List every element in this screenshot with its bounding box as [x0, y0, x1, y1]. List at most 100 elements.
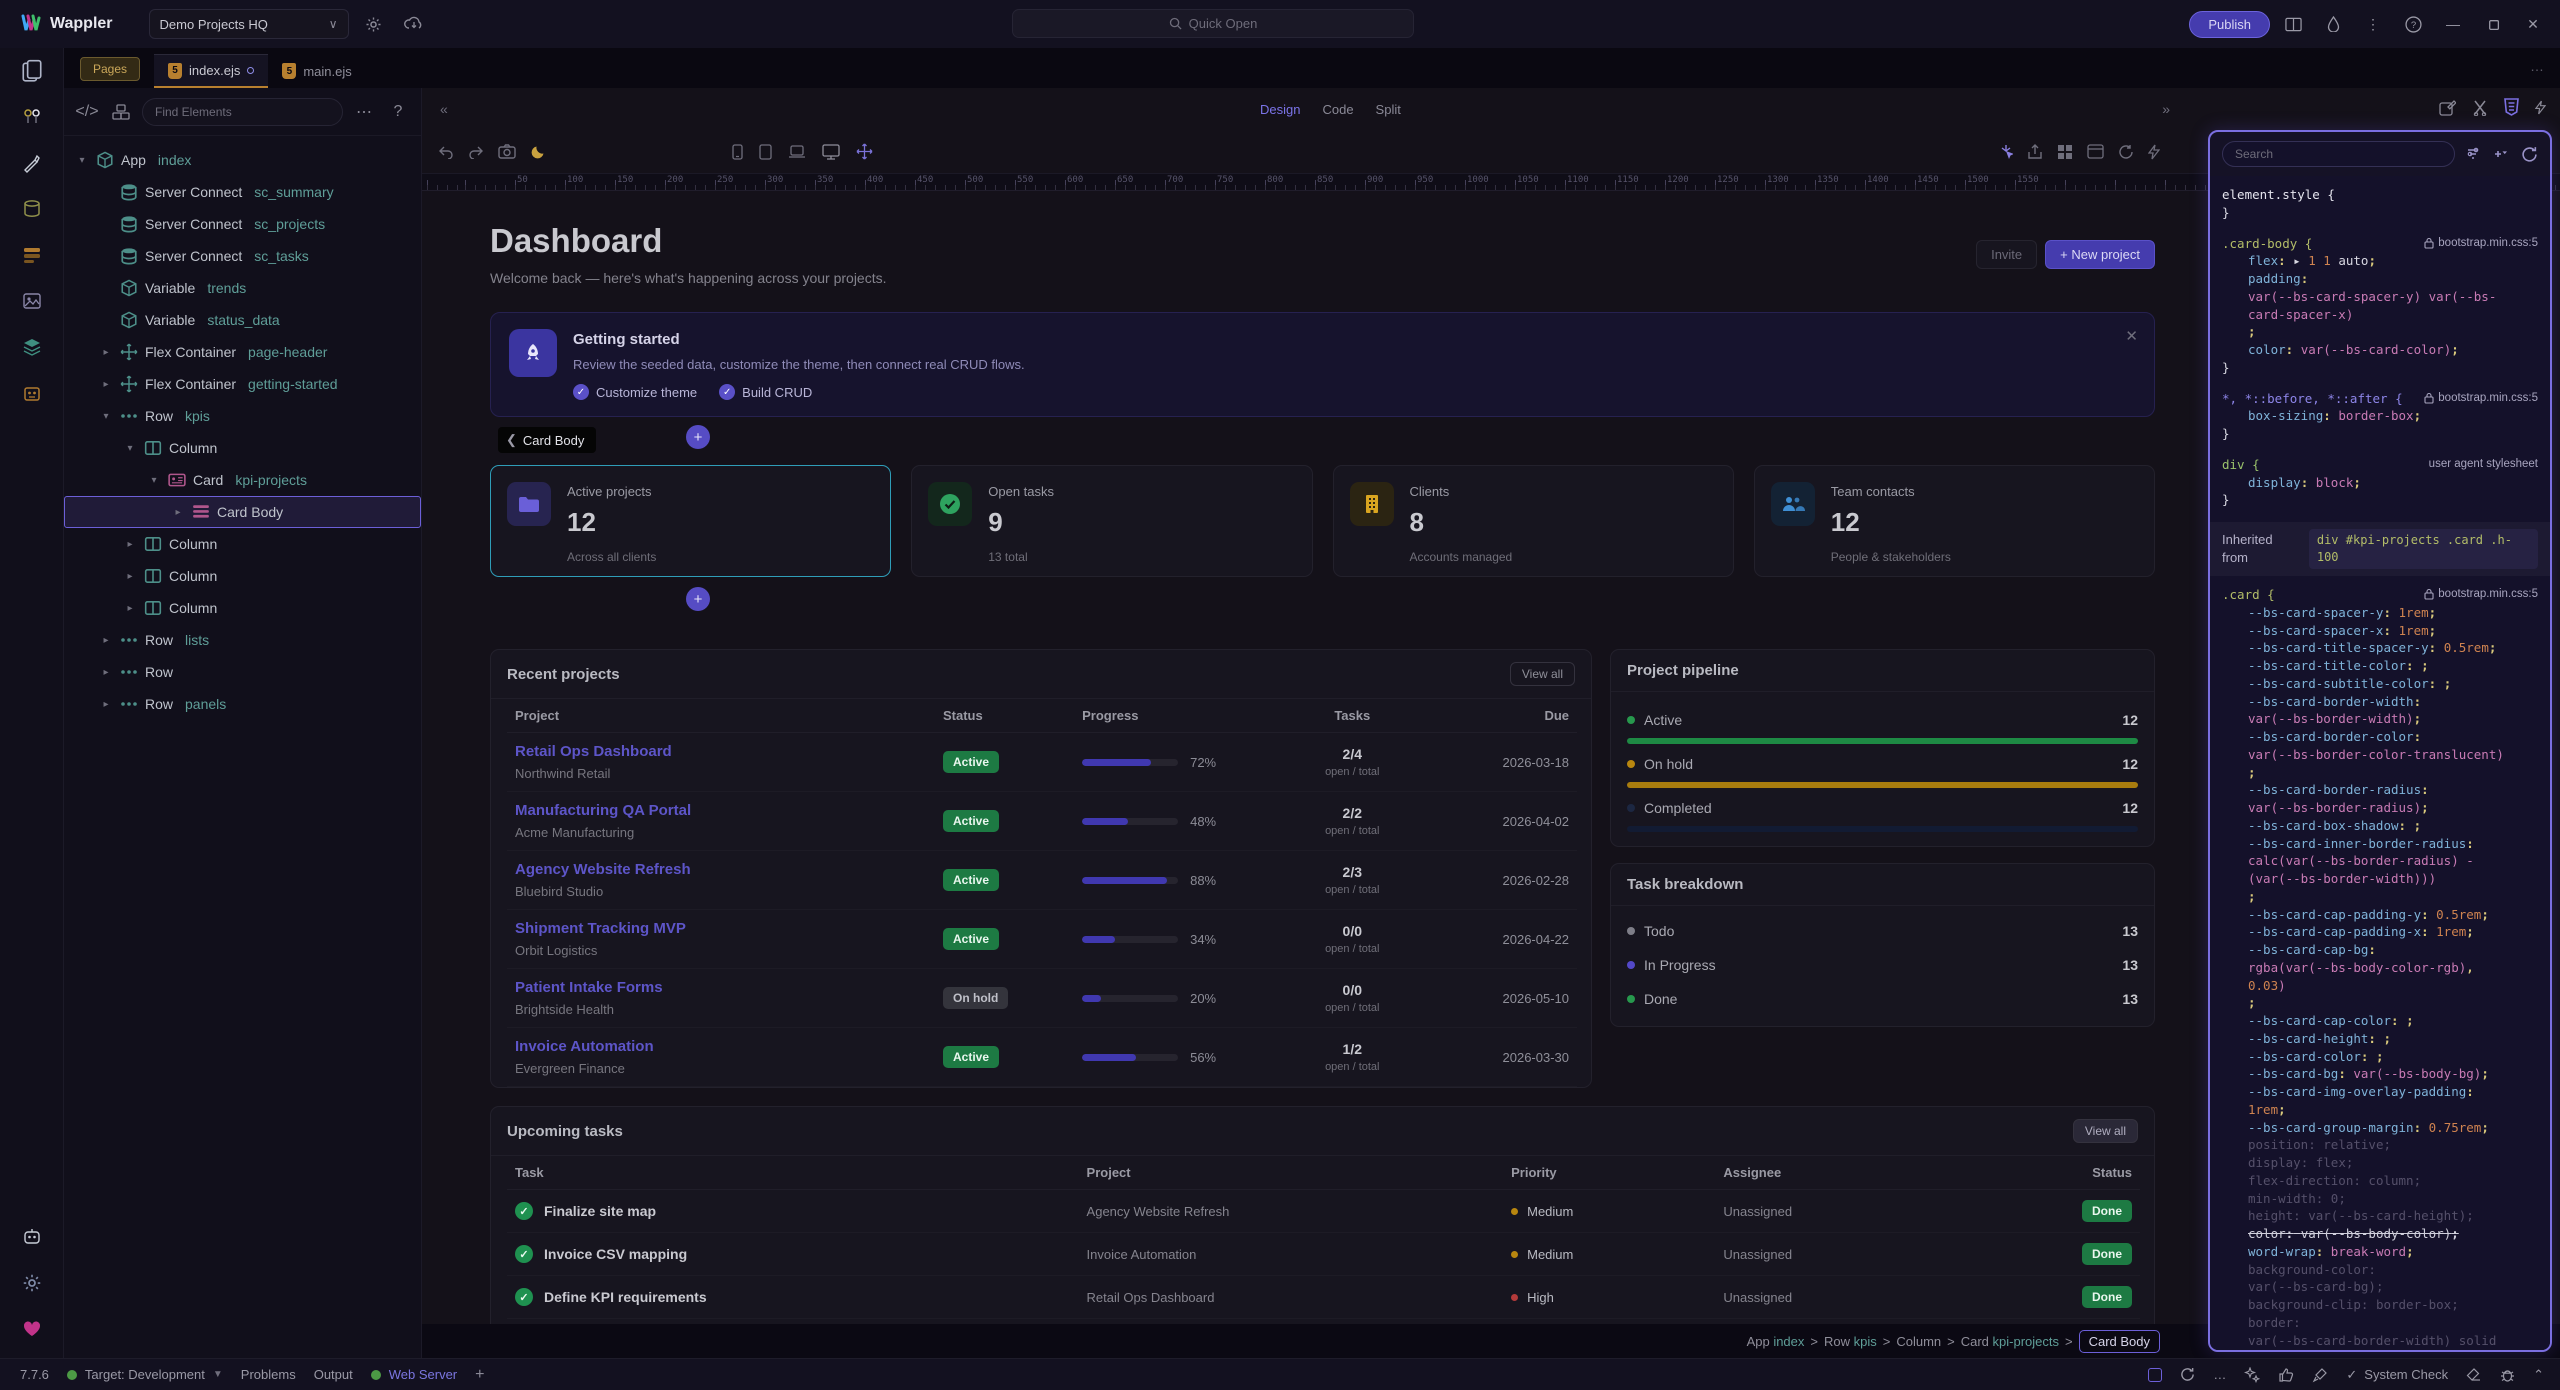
problems-button[interactable]: Problems	[241, 1367, 296, 1382]
tree-item-kpis[interactable]: ▾Rowkpis	[64, 400, 421, 432]
theme-droplet-icon[interactable]	[2316, 7, 2350, 41]
web-server-button[interactable]: Web Server	[371, 1367, 457, 1382]
components-box-icon[interactable]	[108, 104, 134, 120]
tab-main.ejs[interactable]: 5main.ejs	[268, 54, 365, 88]
selected-element-chip[interactable]: ❮Card Body	[498, 427, 596, 453]
move-element-icon[interactable]	[856, 143, 873, 160]
insert-element-button[interactable]: +	[686, 425, 710, 449]
collapse-left-icon[interactable]: «	[440, 101, 448, 117]
css-rule-source[interactable]: user agent stylesheet	[2429, 456, 2538, 472]
refresh-icon[interactable]	[2118, 144, 2134, 160]
table-row[interactable]: ✓Finalize site mapAgency Website Refresh…	[507, 1190, 2140, 1233]
reload-icon[interactable]	[2180, 1367, 2195, 1382]
tab-index.ejs[interactable]: 5index.ejs	[154, 54, 268, 88]
insert-element-button-2[interactable]: +	[686, 587, 710, 611]
sparkles-icon[interactable]	[2244, 1367, 2260, 1383]
table-row[interactable]: ✓Invoice CSV mappingInvoice AutomationMe…	[507, 1233, 2140, 1276]
layers-icon[interactable]	[0, 324, 64, 370]
undo-icon[interactable]	[438, 145, 454, 159]
settings-icon[interactable]	[0, 1260, 64, 1306]
pages-panel-icon[interactable]	[0, 48, 64, 94]
tree-caret-icon[interactable]: ▸	[99, 379, 113, 390]
tree-item-card-body[interactable]: ▸Card Body	[64, 496, 421, 528]
tree-item-trends[interactable]: Variabletrends	[64, 272, 421, 304]
frame-tool-icon[interactable]	[2148, 1368, 2162, 1382]
kebab-menu-icon[interactable]: ⋮	[2356, 7, 2390, 41]
tree-item-getting-started[interactable]: ▸Flex Containergetting-started	[64, 368, 421, 400]
tree-caret-icon[interactable]: ▸	[123, 539, 137, 550]
inherited-selector-chip[interactable]: div #kpi-projects .card .h-100	[2309, 529, 2538, 569]
css-search-input[interactable]: Search	[2222, 141, 2455, 167]
dark-mode-icon[interactable]	[530, 144, 546, 160]
assets-icon[interactable]	[0, 278, 64, 324]
breadcrumb-item[interactable]: Card kpi-projects	[1961, 1334, 2059, 1349]
tablet-device-icon[interactable]	[759, 144, 772, 160]
redo-icon[interactable]	[468, 145, 484, 159]
tree-caret-icon[interactable]: ▸	[99, 667, 113, 678]
cut-style-icon[interactable]	[2472, 99, 2488, 116]
collapse-statusbar-icon[interactable]: ⌃	[2533, 1367, 2544, 1383]
pages-button[interactable]: Pages	[80, 57, 140, 81]
tree-caret-icon[interactable]: ▾	[75, 155, 89, 166]
code-view-icon[interactable]: </>	[74, 103, 100, 121]
breadcrumb-item[interactable]: App index	[1747, 1334, 1805, 1349]
project-link[interactable]: Manufacturing QA Portal	[515, 802, 927, 819]
tree-item-row[interactable]: ▸Row	[64, 656, 421, 688]
output-button[interactable]: Output	[314, 1367, 353, 1382]
project-link[interactable]: Agency Website Refresh	[515, 861, 927, 878]
project-selector[interactable]: Demo Projects HQ ∨	[149, 9, 349, 39]
tree-caret-icon[interactable]: ▾	[123, 443, 137, 454]
css-rule-source[interactable]: bootstrap.min.css:5	[2424, 586, 2538, 602]
css-rule-source[interactable]: bootstrap.min.css:5	[2424, 235, 2538, 251]
breadcrumb-item[interactable]: Row kpis	[1824, 1334, 1877, 1349]
design-tools-icon[interactable]	[0, 140, 64, 186]
table-row[interactable]: Patient Intake FormsBrightside HealthOn …	[507, 969, 1577, 1028]
eraser-icon[interactable]	[2466, 1368, 2482, 1382]
upcoming-view-all-button[interactable]: View all	[2073, 1119, 2138, 1143]
tree-item-index[interactable]: ▾Appindex	[64, 144, 421, 176]
layout-columns-icon[interactable]	[2276, 7, 2310, 41]
tree-item-page-header[interactable]: ▸Flex Containerpage-header	[64, 336, 421, 368]
export-icon[interactable]	[2027, 144, 2043, 160]
inspect-icon[interactable]	[1999, 144, 2013, 160]
new-project-button[interactable]: + New project	[2045, 240, 2155, 269]
routes-icon[interactable]	[0, 94, 64, 140]
tree-item-column[interactable]: ▸Column	[64, 560, 421, 592]
find-elements-input[interactable]: Find Elements	[142, 98, 343, 126]
tree-item-column[interactable]: ▸Column	[64, 528, 421, 560]
breadcrumb-item[interactable]: Column	[1896, 1334, 1941, 1349]
database-manager-icon[interactable]	[0, 186, 64, 232]
tree-caret-icon[interactable]: ▸	[123, 603, 137, 614]
invite-button[interactable]: Invite	[1976, 240, 2037, 269]
maximize-button[interactable]	[2476, 7, 2510, 41]
tab-overflow-icon[interactable]: …	[2530, 58, 2546, 74]
project-link[interactable]: Patient Intake Forms	[515, 979, 927, 996]
thumbs-up-icon[interactable]	[2278, 1367, 2294, 1383]
browser-window-icon[interactable]	[2087, 144, 2104, 159]
help-icon[interactable]: ?	[2396, 7, 2430, 41]
minimize-button[interactable]: —	[2436, 7, 2470, 41]
table-row[interactable]: Retail Ops DashboardNorthwind RetailActi…	[507, 733, 1577, 792]
css-styles-icon[interactable]	[2504, 98, 2519, 116]
edit-style-icon[interactable]	[2439, 99, 2456, 116]
brush-icon[interactable]	[2312, 1367, 2328, 1383]
css-rule[interactable]: user agent stylesheetdiv {display: block…	[2222, 456, 2538, 509]
recent-view-all-button[interactable]: View all	[1510, 662, 1575, 686]
gear-icon[interactable]	[359, 9, 389, 39]
system-check-button[interactable]: ✓ System Check	[2346, 1367, 2448, 1383]
screenshot-icon[interactable]	[498, 144, 516, 159]
structure-help-icon[interactable]: ?	[385, 103, 411, 121]
css-rule[interactable]: bootstrap.min.css:5*, *::before, *::afte…	[2222, 390, 2538, 443]
task-check-icon[interactable]: ✓	[515, 1288, 533, 1306]
ai-assistant-icon[interactable]	[0, 1214, 64, 1260]
tree-item-panels[interactable]: ▸Rowpanels	[64, 688, 421, 720]
close-button[interactable]: ✕	[2516, 7, 2550, 41]
tree-item-lists[interactable]: ▸Rowlists	[64, 624, 421, 656]
add-rule-button[interactable]	[2491, 147, 2511, 161]
tree-caret-icon[interactable]: ▾	[99, 411, 113, 422]
table-row[interactable]: ✓Define KPI requirementsRetail Ops Dashb…	[507, 1276, 2140, 1319]
breadcrumb-item[interactable]: Card Body	[2079, 1330, 2160, 1353]
target-selector[interactable]: Target: Development ▼	[67, 1367, 223, 1382]
tree-item-sc_summary[interactable]: Server Connectsc_summary	[64, 176, 421, 208]
publish-button[interactable]: Publish	[2189, 11, 2270, 38]
